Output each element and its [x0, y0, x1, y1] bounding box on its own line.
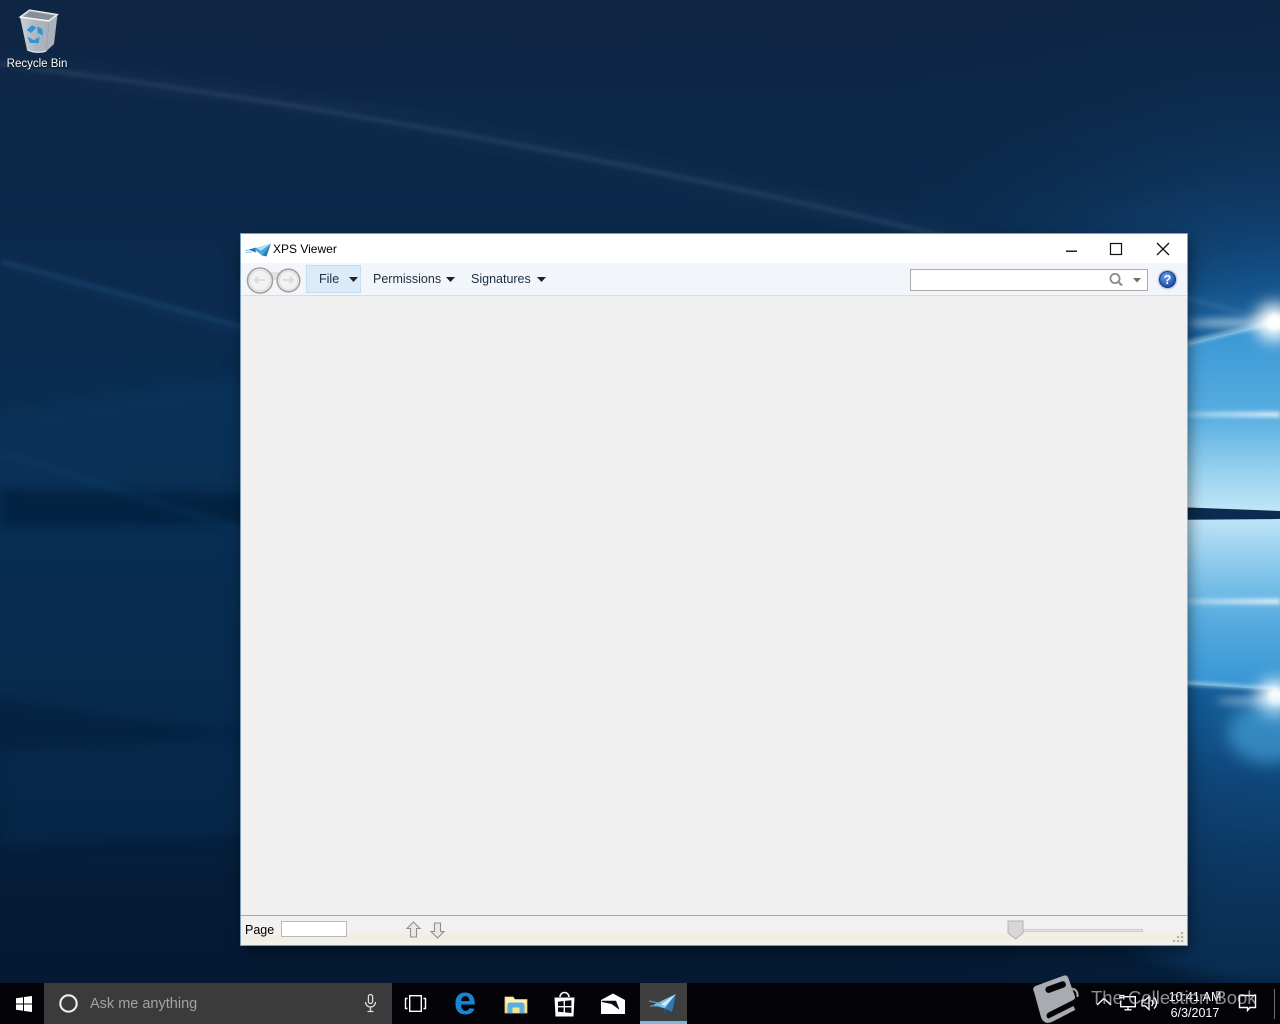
- svg-text:?: ?: [1164, 273, 1172, 287]
- svg-text:e: e: [454, 979, 476, 1023]
